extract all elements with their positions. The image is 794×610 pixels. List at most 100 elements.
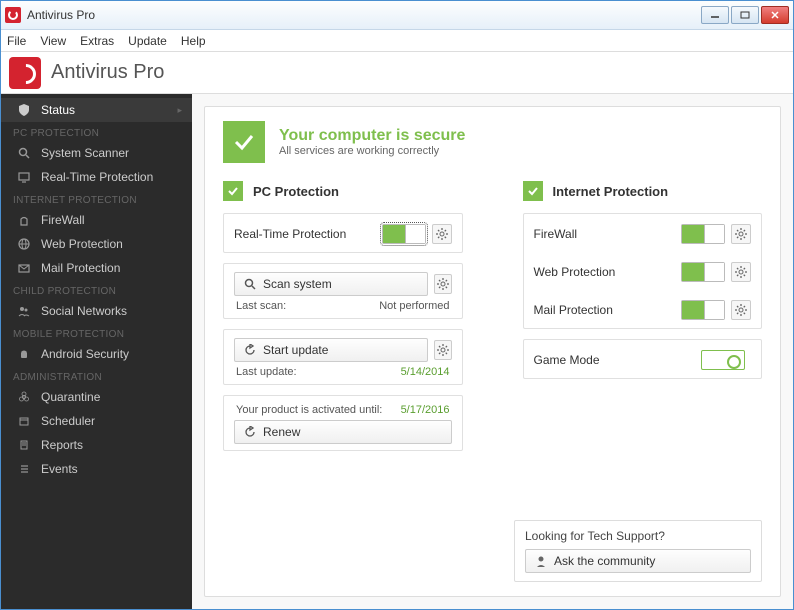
sidebar-item-scanner[interactable]: System Scanner	[1, 141, 192, 165]
shield-icon	[17, 104, 31, 116]
sidebar-item-events[interactable]: Events	[1, 457, 192, 481]
mail-settings-button[interactable]	[731, 300, 751, 320]
firewall-settings-button[interactable]	[731, 224, 751, 244]
sidebar-heading-mobile: MOBILE PROTECTION	[1, 323, 192, 342]
update-button-label: Start update	[263, 343, 328, 357]
firewall-label: FireWall	[534, 227, 682, 241]
sidebar-item-realtime[interactable]: Real-Time Protection	[1, 165, 192, 189]
support-box: Looking for Tech Support? Ask the commun…	[514, 520, 762, 582]
minimize-button[interactable]	[701, 6, 729, 24]
sidebar-heading-admin: ADMINISTRATION	[1, 366, 192, 385]
sidebar-item-label: Web Protection	[41, 237, 123, 251]
people-icon	[17, 305, 31, 317]
renew-button[interactable]: Renew	[234, 420, 452, 444]
sidebar-item-label: Reports	[41, 438, 83, 452]
web-toggle[interactable]	[681, 262, 725, 282]
sidebar-item-quarantine[interactable]: Quarantine	[1, 385, 192, 409]
last-update-label: Last update:	[236, 366, 297, 378]
maximize-button[interactable]	[731, 6, 759, 24]
sidebar-item-firewall[interactable]: FireWall	[1, 208, 192, 232]
scan-system-button[interactable]: Scan system	[234, 272, 428, 296]
last-scan-label: Last scan:	[236, 300, 286, 312]
search-icon	[243, 278, 257, 290]
search-icon	[17, 147, 31, 159]
ask-community-button[interactable]: Ask the community	[525, 549, 751, 573]
web-label: Web Protection	[534, 265, 682, 279]
gamemode-card: Game Mode	[523, 339, 763, 379]
sidebar-item-social[interactable]: Social Networks	[1, 299, 192, 323]
update-card: Start update Last update: 5/14/2014	[223, 329, 463, 385]
sidebar-heading-internet: INTERNET PROTECTION	[1, 189, 192, 208]
web-settings-button[interactable]	[731, 262, 751, 282]
check-icon	[223, 121, 265, 163]
menubar: File View Extras Update Help	[1, 30, 793, 52]
start-update-button[interactable]: Start update	[234, 338, 428, 362]
last-scan-value: Not performed	[379, 300, 449, 312]
update-settings-button[interactable]	[434, 340, 452, 360]
firewall-toggle[interactable]	[681, 224, 725, 244]
chevron-right-icon: ▸	[177, 105, 182, 116]
support-question: Looking for Tech Support?	[525, 529, 751, 543]
sidebar-item-status[interactable]: Status ▸	[1, 98, 192, 122]
sidebar-item-label: Status	[41, 103, 75, 117]
internet-protection-title: Internet Protection	[553, 184, 669, 199]
status-subtitle: All services are working correctly	[279, 145, 465, 157]
main-panel: Your computer is secure All services are…	[204, 106, 781, 597]
realtime-toggle[interactable]	[382, 224, 426, 244]
sidebar-item-reports[interactable]: Reports	[1, 433, 192, 457]
brand-bar: Antivirus Pro	[1, 52, 793, 94]
gamemode-label: Game Mode	[534, 353, 702, 367]
globe-icon	[17, 238, 31, 250]
realtime-label: Real-Time Protection	[234, 227, 382, 241]
list-icon	[17, 463, 31, 475]
brand-logo-icon	[9, 57, 41, 89]
menu-update[interactable]: Update	[128, 34, 167, 48]
biohazard-icon	[17, 391, 31, 403]
gamemode-toggle[interactable]	[701, 350, 745, 370]
pc-protection-title: PC Protection	[253, 184, 339, 199]
sidebar-heading-pc: PC PROTECTION	[1, 122, 192, 141]
person-icon	[534, 555, 548, 567]
sidebar-heading-child: CHILD PROTECTION	[1, 280, 192, 299]
firewall-icon	[17, 214, 31, 226]
sidebar-item-web[interactable]: Web Protection	[1, 232, 192, 256]
close-button[interactable]	[761, 6, 789, 24]
refresh-icon	[243, 426, 257, 438]
renew-button-label: Renew	[263, 425, 300, 439]
sidebar: Status ▸ PC PROTECTION System Scanner Re…	[1, 94, 192, 609]
sidebar-item-label: Real-Time Protection	[41, 170, 153, 184]
menu-file[interactable]: File	[7, 34, 26, 48]
app-icon	[5, 7, 21, 23]
check-icon	[523, 181, 543, 201]
sidebar-item-label: Events	[41, 462, 78, 476]
last-update-value: 5/14/2014	[401, 366, 450, 378]
mail-toggle[interactable]	[681, 300, 725, 320]
internet-card: FireWall Web Protection Mail Protection	[523, 213, 763, 329]
status-title: Your computer is secure	[279, 127, 465, 145]
sidebar-item-scheduler[interactable]: Scheduler	[1, 409, 192, 433]
check-icon	[223, 181, 243, 201]
menu-view[interactable]: View	[40, 34, 66, 48]
titlebar: Antivirus Pro	[1, 1, 793, 30]
realtime-settings-button[interactable]	[432, 224, 452, 244]
activated-value: 5/17/2016	[401, 404, 450, 416]
menu-help[interactable]: Help	[181, 34, 206, 48]
sidebar-item-label: FireWall	[41, 213, 85, 227]
ask-community-label: Ask the community	[554, 554, 655, 568]
menu-extras[interactable]: Extras	[80, 34, 114, 48]
mail-icon	[17, 262, 31, 274]
sidebar-item-label: Android Security	[41, 347, 129, 361]
sidebar-item-mail[interactable]: Mail Protection	[1, 256, 192, 280]
realtime-card: Real-Time Protection	[223, 213, 463, 253]
sidebar-item-label: Scheduler	[41, 414, 95, 428]
sidebar-item-android[interactable]: Android Security	[1, 342, 192, 366]
scan-button-label: Scan system	[263, 277, 332, 291]
sidebar-item-label: Quarantine	[41, 390, 100, 404]
android-icon	[17, 348, 31, 360]
document-icon	[17, 439, 31, 451]
window-title: Antivirus Pro	[27, 8, 701, 22]
mail-label: Mail Protection	[534, 303, 682, 317]
scan-settings-button[interactable]	[434, 274, 452, 294]
sidebar-item-label: System Scanner	[41, 146, 129, 160]
refresh-icon	[243, 344, 257, 356]
